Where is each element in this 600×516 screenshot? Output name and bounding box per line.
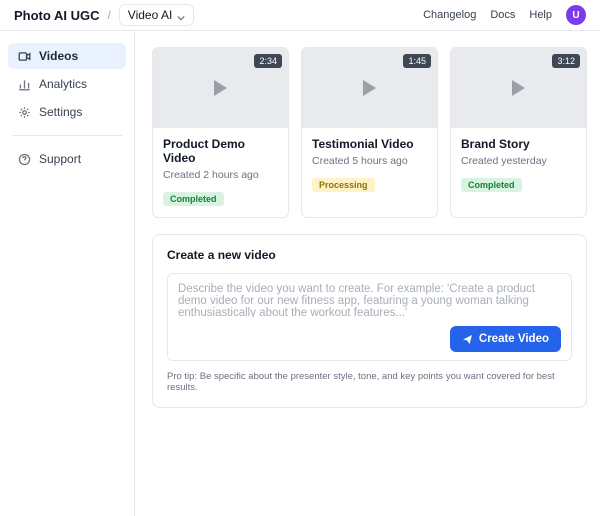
avatar[interactable]: U (566, 5, 586, 25)
sidebar-item-label: Analytics (39, 77, 87, 91)
chevron-down-icon (177, 11, 185, 19)
create-video-button[interactable]: Create Video (450, 326, 561, 352)
app-title: Photo AI UGC (14, 8, 99, 23)
header: Photo AI UGC / Video AI Changelog Docs H… (0, 0, 600, 31)
video-thumbnail[interactable]: 1:45 (302, 48, 437, 128)
duration-badge: 3:12 (552, 54, 580, 68)
play-icon (512, 80, 525, 96)
sidebar-divider (12, 135, 122, 136)
video-card-body: Product Demo Video Created 2 hours ago C… (153, 128, 288, 217)
video-created: Created yesterday (461, 155, 576, 167)
create-panel-title: Create a new video (167, 248, 572, 262)
video-card-body: Brand Story Created yesterday Completed (451, 128, 586, 203)
prompt-input-container: Create Video (167, 273, 572, 361)
video-title: Product Demo Video (163, 137, 278, 165)
nav-changelog[interactable]: Changelog (423, 9, 476, 21)
video-card[interactable]: 3:12 Brand Story Created yesterday Compl… (450, 47, 587, 218)
status-badge: Completed (461, 178, 522, 192)
duration-badge: 1:45 (403, 54, 431, 68)
video-card[interactable]: 1:45 Testimonial Video Created 5 hours a… (301, 47, 438, 218)
sidebar-item-support[interactable]: Support (8, 146, 126, 172)
sidebar-item-label: Settings (39, 105, 82, 119)
video-created: Created 2 hours ago (163, 169, 278, 181)
breadcrumb-separator: / (107, 8, 110, 22)
video-title: Testimonial Video (312, 137, 427, 151)
prompt-input[interactable] (178, 283, 561, 317)
workspace-switcher[interactable]: Video AI (119, 4, 194, 26)
create-video-panel: Create a new video Create Video Pro tip:… (152, 234, 587, 408)
sidebar-item-label: Support (39, 152, 81, 166)
main-content: 2:34 Product Demo Video Created 2 hours … (135, 31, 600, 516)
video-title: Brand Story (461, 137, 576, 151)
bar-chart-icon (18, 78, 31, 91)
play-icon (214, 80, 227, 96)
gear-icon (18, 106, 31, 119)
status-badge: Processing (312, 178, 375, 192)
sidebar-item-label: Videos (39, 49, 78, 63)
video-card-list: 2:34 Product Demo Video Created 2 hours … (152, 47, 587, 218)
video-created: Created 5 hours ago (312, 155, 427, 167)
video-card[interactable]: 2:34 Product Demo Video Created 2 hours … (152, 47, 289, 218)
video-icon (18, 50, 31, 63)
sidebar: Videos Analytics Settings Support (0, 31, 135, 516)
status-badge: Completed (163, 192, 224, 206)
workspace-label: Video AI (128, 8, 172, 22)
input-actions: Create Video (178, 326, 561, 352)
nav-docs[interactable]: Docs (490, 9, 515, 21)
sidebar-item-videos[interactable]: Videos (8, 43, 126, 69)
sidebar-item-analytics[interactable]: Analytics (8, 71, 126, 97)
create-video-button-label: Create Video (479, 333, 549, 345)
video-thumbnail[interactable]: 2:34 (153, 48, 288, 128)
sidebar-item-settings[interactable]: Settings (8, 99, 126, 125)
nav-help[interactable]: Help (529, 9, 552, 21)
video-card-body: Testimonial Video Created 5 hours ago Pr… (302, 128, 437, 203)
video-thumbnail[interactable]: 3:12 (451, 48, 586, 128)
pro-tip-text: Pro tip: Be specific about the presenter… (167, 371, 572, 393)
send-icon (462, 334, 473, 345)
play-icon (363, 80, 376, 96)
header-nav: Changelog Docs Help U (423, 5, 586, 25)
help-circle-icon (18, 153, 31, 166)
duration-badge: 2:34 (254, 54, 282, 68)
